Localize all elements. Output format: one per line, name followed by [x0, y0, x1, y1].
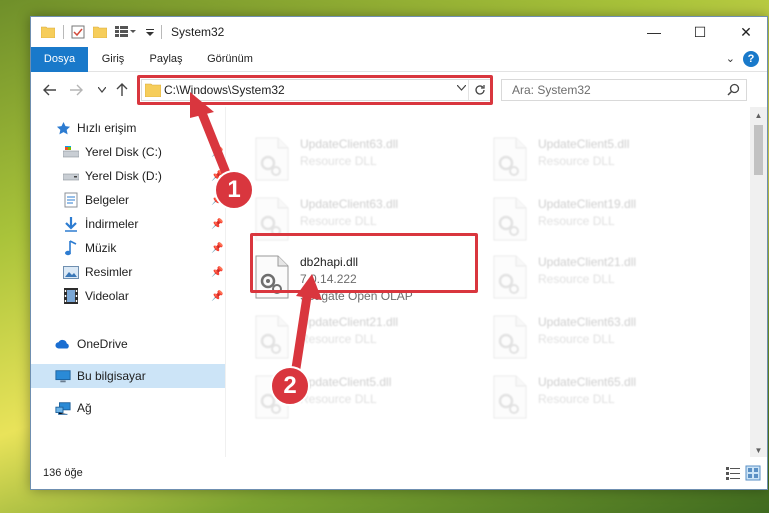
sidebar-item-pictures[interactable]: Resimler 📌	[31, 261, 225, 283]
navigation-bar: C:\Windows\System32 Ara: System32	[31, 73, 767, 107]
explorer-window: System32 — ☐ ✕ Dosya Giriş Paylaş Görünü…	[30, 16, 768, 490]
sidebar-item-documents[interactable]: Belgeler 📌	[31, 189, 225, 211]
pin-icon[interactable]: 📌	[211, 291, 223, 302]
large-icons-view-icon[interactable]	[745, 465, 761, 481]
scroll-up-icon[interactable]: ▲	[750, 107, 767, 124]
details-view-icon[interactable]	[725, 465, 741, 481]
pin-icon[interactable]: 📌	[211, 147, 223, 158]
properties-icon[interactable]	[71, 25, 85, 39]
list-item[interactable]: UpdateClient63.dll Resource DLL	[254, 135, 474, 187]
tab-view[interactable]: Görünüm	[194, 47, 266, 72]
title-bar: System32 — ☐ ✕	[31, 17, 767, 47]
download-icon	[63, 216, 79, 232]
pin-icon[interactable]: 📌	[211, 219, 223, 230]
sidebar-item-onedrive[interactable]: OneDrive	[31, 333, 225, 355]
tab-file[interactable]: Dosya	[31, 47, 88, 72]
minimize-button[interactable]: —	[631, 17, 677, 47]
window-title: System32	[171, 25, 225, 39]
list-item[interactable]: UpdateClient21.dll Resource DLL	[492, 253, 712, 305]
list-item[interactable]: UpdateClient63.dll Resource DLL	[492, 313, 712, 365]
sidebar-item-this-pc[interactable]: Bu bilgisayar	[31, 364, 225, 388]
navigation-pane: Hızlı erişim Yerel Disk (C:) 📌 Yerel Dis…	[31, 107, 225, 459]
tab-share[interactable]: Paylaş	[138, 47, 194, 72]
dll-file-icon	[492, 315, 528, 359]
dll-file-icon	[254, 315, 290, 359]
sidebar-item-videos[interactable]: Videolar 📌	[31, 285, 225, 307]
up-arrow-icon[interactable]	[113, 81, 131, 99]
forward-arrow-icon[interactable]	[67, 81, 85, 99]
computer-icon	[55, 368, 71, 384]
customize-toolbar-icon[interactable]	[143, 25, 157, 39]
cloud-icon	[55, 336, 71, 352]
sidebar-item-music[interactable]: Müzik 📌	[31, 237, 225, 259]
list-item[interactable]: UpdateClient19.dll Resource DLL	[492, 195, 712, 247]
help-button[interactable]: ?	[743, 51, 759, 67]
drive-icon	[63, 144, 79, 160]
dll-file-icon	[254, 137, 290, 181]
folder-icon	[41, 25, 55, 39]
videos-icon	[63, 288, 79, 304]
dll-file-icon	[492, 255, 528, 299]
sidebar-item-quick-access[interactable]: Hızlı erişim	[31, 117, 225, 139]
list-item[interactable]: UpdateClient21.dll Resource DLL	[254, 313, 474, 365]
search-placeholder: Ara: System32	[512, 83, 591, 97]
pin-icon[interactable]: 📌	[211, 243, 223, 254]
ribbon-tabs: Dosya Giriş Paylaş Görünüm ⌄ ?	[31, 47, 767, 72]
callout-badge-1: 1	[214, 170, 254, 210]
pictures-icon	[63, 264, 79, 280]
drive-icon	[63, 168, 79, 184]
sidebar-item-local-disk-c[interactable]: Yerel Disk (C:) 📌	[31, 141, 225, 163]
star-icon	[55, 120, 71, 136]
callout-badge-2: 2	[270, 366, 310, 406]
sidebar-item-local-disk-d[interactable]: Yerel Disk (D:) 📌	[31, 165, 225, 187]
search-icon[interactable]	[727, 83, 740, 99]
file-highlight	[250, 233, 478, 293]
status-bar: 136 öğe	[31, 457, 767, 489]
dll-file-icon	[492, 375, 528, 419]
list-item[interactable]: UpdateClient65.dll Resource DLL	[492, 373, 712, 425]
pin-icon[interactable]: 📌	[211, 267, 223, 278]
close-button[interactable]: ✕	[723, 17, 767, 47]
documents-icon	[63, 192, 79, 208]
dll-file-icon	[492, 137, 528, 181]
network-icon	[55, 400, 71, 416]
scroll-thumb[interactable]	[754, 125, 763, 175]
chevron-down-icon[interactable]: ⌄	[726, 52, 735, 65]
tab-home[interactable]: Giriş	[88, 47, 138, 72]
list-item[interactable]: UpdateClient5.dll Resource DLL	[492, 135, 712, 187]
address-highlight	[137, 75, 493, 105]
search-input[interactable]: Ara: System32	[501, 79, 747, 101]
sidebar-item-network[interactable]: Ağ	[31, 397, 225, 419]
item-count: 136 öğe	[43, 467, 83, 479]
dll-file-icon	[492, 197, 528, 241]
maximize-button[interactable]: ☐	[677, 17, 723, 47]
vertical-scrollbar[interactable]: ▲ ▼	[750, 107, 767, 459]
view-menu-icon[interactable]	[115, 25, 137, 39]
back-arrow-icon[interactable]	[41, 81, 59, 99]
new-folder-icon[interactable]	[93, 25, 107, 39]
recent-locations-icon[interactable]	[93, 81, 111, 99]
sidebar-item-downloads[interactable]: İndirmeler 📌	[31, 213, 225, 235]
music-icon	[63, 240, 79, 256]
